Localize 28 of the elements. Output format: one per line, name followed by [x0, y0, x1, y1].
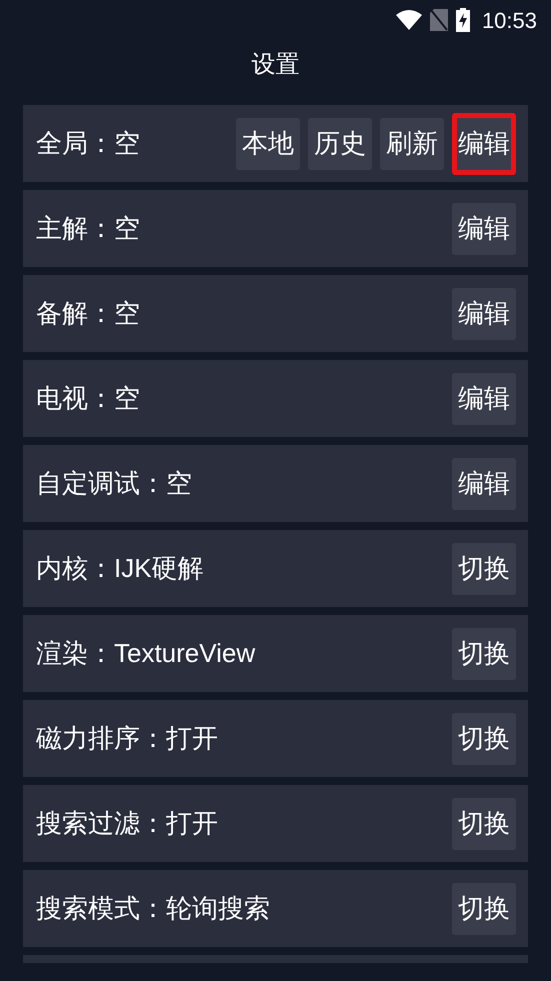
action-button[interactable]: 编辑 [452, 112, 516, 174]
wifi-icon [396, 10, 422, 30]
action-button[interactable]: 本地 [236, 118, 300, 170]
setting-label: 磁力排序：打开 [36, 722, 219, 755]
setting-label: 自定调试：空 [36, 467, 193, 500]
action-button[interactable]: 历史 [308, 118, 372, 170]
setting-label: 全局：空 [36, 127, 141, 160]
setting-label: 内核：IJK硬解 [36, 552, 205, 585]
setting-label: 主解：空 [36, 212, 141, 245]
no-sim-icon [430, 9, 448, 31]
battery-charging-icon [456, 8, 470, 32]
action-button[interactable]: 刷新 [380, 118, 444, 170]
action-button[interactable]: 编辑 [452, 288, 516, 340]
action-button[interactable]: 编辑 [452, 372, 516, 424]
action-button[interactable]: 编辑 [452, 202, 516, 254]
page-title: 设置 [252, 50, 300, 80]
status-time: 10:53 [482, 6, 537, 34]
setting-label: 搜索模式：轮询搜索 [36, 892, 271, 925]
action-button[interactable]: 切换 [452, 882, 516, 934]
action-button[interactable]: 切换 [452, 628, 516, 680]
setting-label: 备解：空 [36, 297, 141, 330]
action-button[interactable]: 切换 [452, 542, 516, 594]
action-button[interactable]: 编辑 [452, 458, 516, 510]
setting-label: 搜索过滤：打开 [36, 807, 219, 840]
setting-label: 渲染：TextureView [36, 637, 256, 670]
setting-label: 电视：空 [36, 382, 141, 415]
action-button[interactable]: 切换 [452, 712, 516, 764]
action-button[interactable]: 切换 [452, 798, 516, 850]
